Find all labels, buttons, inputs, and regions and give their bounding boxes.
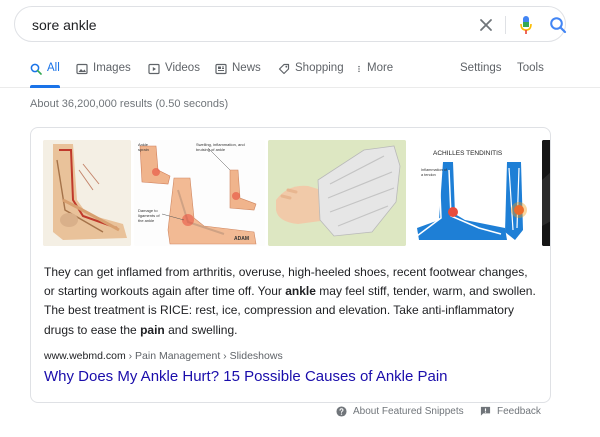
tab-label: More xyxy=(367,62,394,74)
tab-videos[interactable]: Videos xyxy=(148,62,200,88)
foot-anatomy-image xyxy=(43,140,131,246)
result-stats: About 36,200,000 results (0.50 seconds) xyxy=(30,98,229,110)
feedback-link[interactable]: Feedback xyxy=(480,406,541,417)
snippet-image-5[interactable] xyxy=(542,140,550,246)
tab-tools[interactable]: Tools xyxy=(517,62,544,88)
search-icon[interactable] xyxy=(549,16,567,34)
cite-domain: www.webmd.com xyxy=(44,350,126,362)
bandaged-ankle-image xyxy=(268,140,406,246)
image-4-caption: Inflammation of a tendon xyxy=(421,168,447,177)
tab-shopping[interactable]: Shopping xyxy=(278,62,344,88)
tab-label: Settings xyxy=(460,62,502,74)
search-tabs: All Images Videos News Shopping More Set… xyxy=(0,56,600,88)
more-vert-icon xyxy=(358,65,360,73)
tab-settings[interactable]: Settings xyxy=(460,62,502,88)
tab-news[interactable]: News xyxy=(215,62,261,88)
snippet-text: They can get inflamed from arthritis, ov… xyxy=(44,263,539,340)
snippet-image-2[interactable]: Ankle sprain Swelling, inflammation, and… xyxy=(134,140,265,246)
snippet-highlight: ankle xyxy=(285,284,316,299)
tab-all[interactable]: All xyxy=(30,62,60,88)
tab-images[interactable]: Images xyxy=(76,62,131,88)
image-2-caption-a: Ankle sprain xyxy=(138,142,149,152)
cropped-image xyxy=(542,140,550,246)
search-icon xyxy=(30,63,42,75)
image-strip: Ankle sprain Swelling, inflammation, and… xyxy=(43,140,550,246)
about-featured-snippets[interactable]: About Featured Snippets xyxy=(336,406,464,417)
help-icon xyxy=(336,406,347,417)
tab-label: All xyxy=(47,62,60,74)
snippet-text-part: and swelling. xyxy=(164,322,238,337)
image-2-credit: ADAM xyxy=(234,236,249,242)
tag-icon xyxy=(278,63,290,75)
tab-label: News xyxy=(232,62,261,74)
tab-label: Tools xyxy=(517,62,544,74)
snippet-highlight: pain xyxy=(140,322,165,337)
featured-snippet: Ankle sprain Swelling, inflammation, and… xyxy=(30,127,551,403)
cite-path: › Pain Management › Slideshows xyxy=(125,350,283,362)
clear-icon[interactable] xyxy=(478,17,494,33)
search-divider xyxy=(505,16,506,34)
result-title-link[interactable]: Why Does My Ankle Hurt? 15 Possible Caus… xyxy=(44,368,448,385)
microphone-icon[interactable] xyxy=(519,15,533,35)
snippet-image-3[interactable] xyxy=(268,140,406,246)
search-box[interactable]: sore ankle xyxy=(14,6,567,42)
search-input[interactable]: sore ankle xyxy=(32,17,97,33)
ankle-sprain-diagram xyxy=(134,140,265,246)
tab-more[interactable]: More xyxy=(355,62,393,88)
news-icon xyxy=(215,63,227,75)
about-label: About Featured Snippets xyxy=(353,406,464,417)
tab-label: Videos xyxy=(165,62,200,74)
breadcrumb: www.webmd.com › Pain Management › Slides… xyxy=(44,350,283,362)
image-2-caption-c: Damage to ligaments of the ankle xyxy=(138,208,160,223)
video-icon xyxy=(148,63,160,75)
snippet-image-4[interactable]: ACHILLES TENDINITIS Inflammation of a te… xyxy=(409,140,539,246)
image-icon xyxy=(76,63,88,75)
tab-label: Shopping xyxy=(295,62,344,74)
image-4-title: ACHILLES TENDINITIS xyxy=(433,150,503,157)
snippet-image-1[interactable] xyxy=(43,140,131,246)
image-2-caption-b: Swelling, inflammation, and bruising of … xyxy=(196,142,245,152)
feedback-label: Feedback xyxy=(497,406,541,417)
feedback-icon xyxy=(480,406,491,416)
tab-label: Images xyxy=(93,62,131,74)
